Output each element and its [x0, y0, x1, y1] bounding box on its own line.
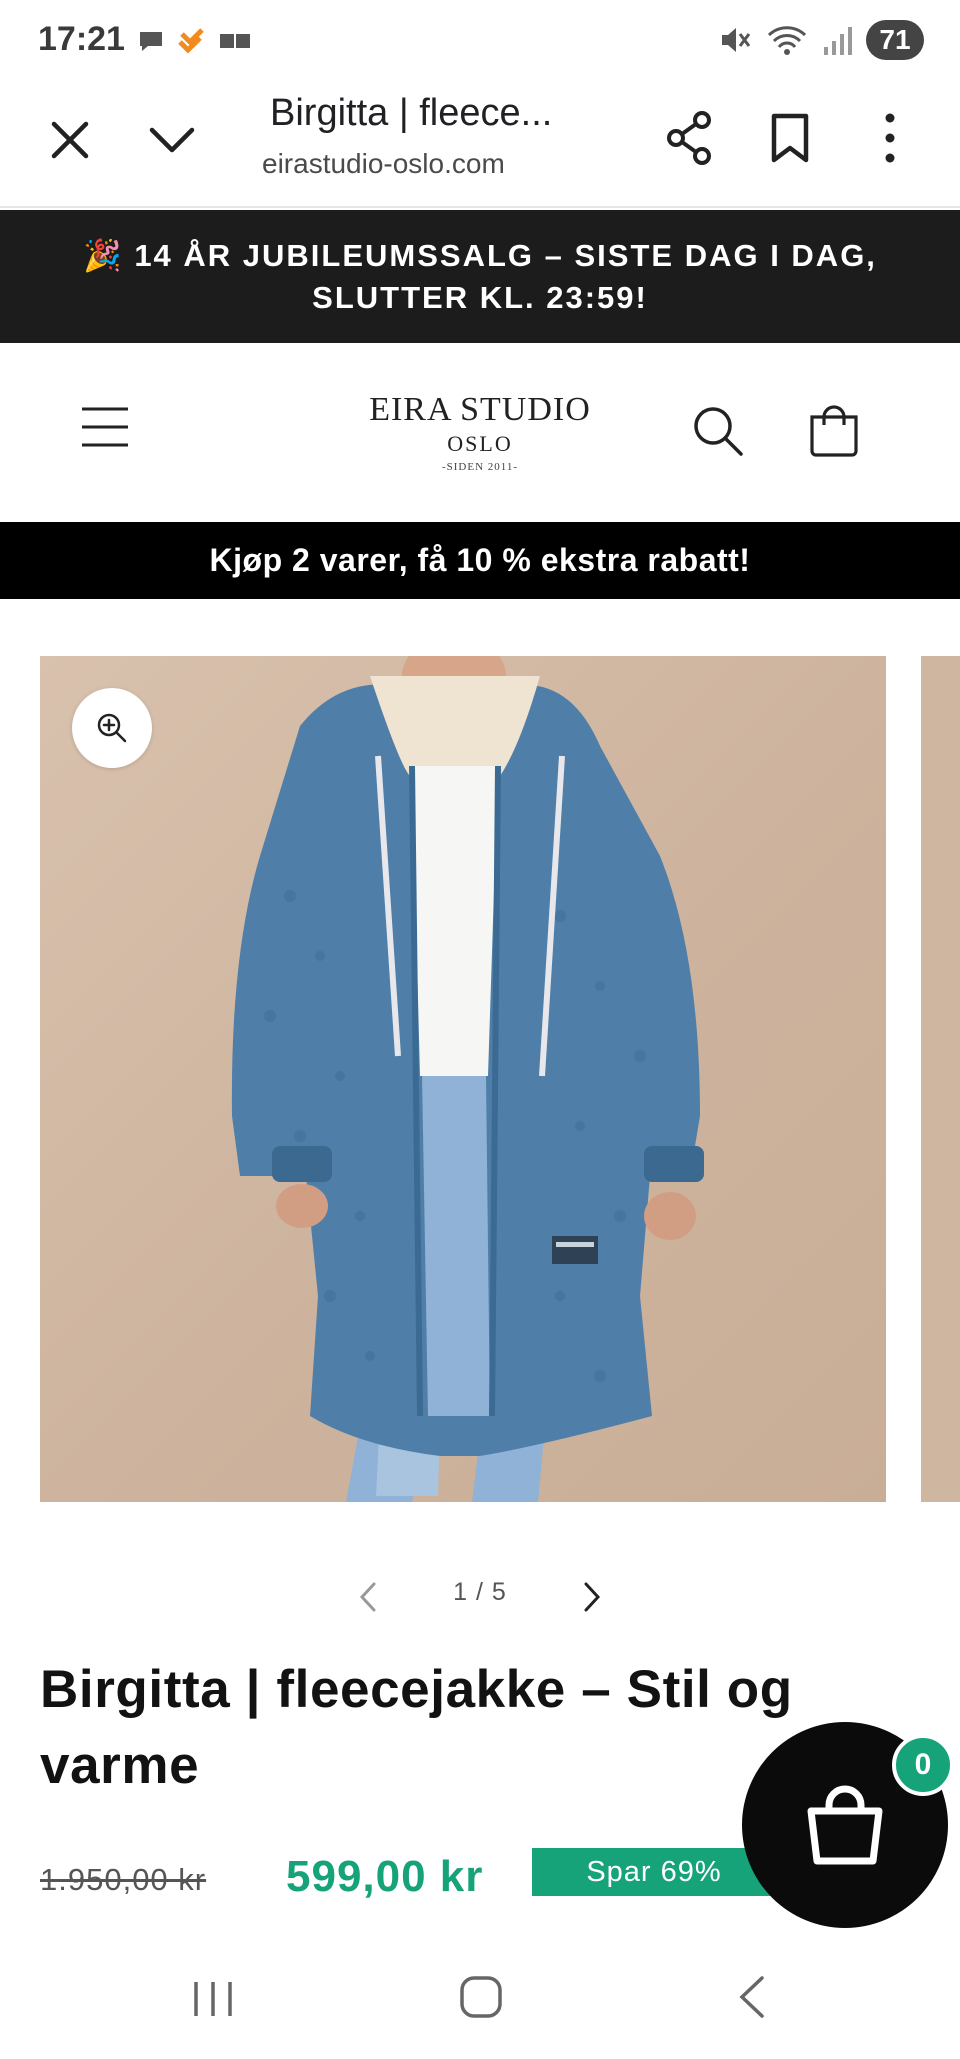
product-gallery[interactable] [0, 656, 960, 1504]
share-icon[interactable] [664, 110, 716, 166]
logo-line-3: -SIDEN 2011- [441, 461, 519, 473]
zoom-in-icon [97, 713, 127, 743]
party-popper-icon: 🎉 [83, 237, 124, 273]
home-icon[interactable] [458, 1974, 504, 2020]
chat-bubble-icon [140, 32, 162, 51]
back-icon[interactable] [734, 1974, 770, 2020]
sale-price: 599,00 kr [286, 1852, 484, 1901]
zoom-button[interactable] [72, 688, 152, 768]
chevron-down-icon[interactable] [146, 116, 198, 164]
cart-icon[interactable] [806, 403, 862, 459]
close-icon[interactable] [46, 116, 94, 164]
search-icon[interactable] [690, 403, 746, 459]
shopping-bag-icon [807, 1785, 883, 1865]
browser-url[interactable]: eirastudio-oslo.com [262, 148, 505, 180]
android-nav-bar [0, 1940, 960, 2059]
browser-toolbar: Birgitta | fleece... eirastudio-oslo.com [0, 80, 960, 208]
chevron-left-icon[interactable] [354, 1580, 382, 1614]
browser-page-title[interactable]: Birgitta | fleece... [270, 92, 552, 135]
status-system-icons: 71 [718, 20, 924, 60]
slider-controls: 1 / 5 [0, 1572, 960, 1622]
menu-icon[interactable] [80, 403, 130, 451]
next-slide-preview[interactable] [921, 656, 960, 1502]
announcement-bar[interactable]: 🎉 14 ÅR JUBILEUMSSALG – SISTE DAG I DAG,… [0, 210, 960, 343]
promo-bar: Kjøp 2 varer, få 10 % ekstra rabatt! [0, 522, 960, 599]
discount-badge: Spar 69% [532, 1848, 776, 1896]
status-notification-icons [136, 26, 252, 56]
logo-line-1: EIRA STUDIO [369, 391, 591, 428]
logo-line-2: OSLO [447, 431, 513, 456]
more-options-icon[interactable] [876, 110, 904, 166]
signal-icon [824, 27, 852, 55]
media-icon [220, 34, 250, 48]
announcement-text: 14 ÅR JUBILEUMSSALG – SISTE DAG I DAG, S… [134, 237, 877, 315]
slide-counter: 1 / 5 [453, 1578, 507, 1606]
cart-count-badge: 0 [892, 1734, 954, 1796]
mute-icon [722, 28, 751, 52]
promo-text: Kjøp 2 varer, få 10 % ekstra rabatt! [209, 542, 751, 578]
heart-app-icon [178, 28, 204, 54]
recent-apps-icon[interactable] [190, 1976, 236, 2022]
old-price: 1.950,00 kr [40, 1862, 207, 1897]
battery-indicator: 71 [866, 20, 924, 60]
site-header: EIRA STUDIO OSLO -SIDEN 2011- [0, 343, 960, 521]
status-time: 17:21 [38, 20, 125, 58]
site-logo[interactable]: EIRA STUDIO OSLO -SIDEN 2011- [340, 391, 620, 473]
bookmark-icon[interactable] [770, 112, 810, 164]
status-bar: 17:21 71 [0, 0, 960, 80]
wifi-icon [767, 26, 807, 55]
jacket-illustration [231, 656, 704, 1502]
product-image[interactable] [40, 656, 886, 1502]
chevron-right-icon[interactable] [578, 1580, 606, 1614]
